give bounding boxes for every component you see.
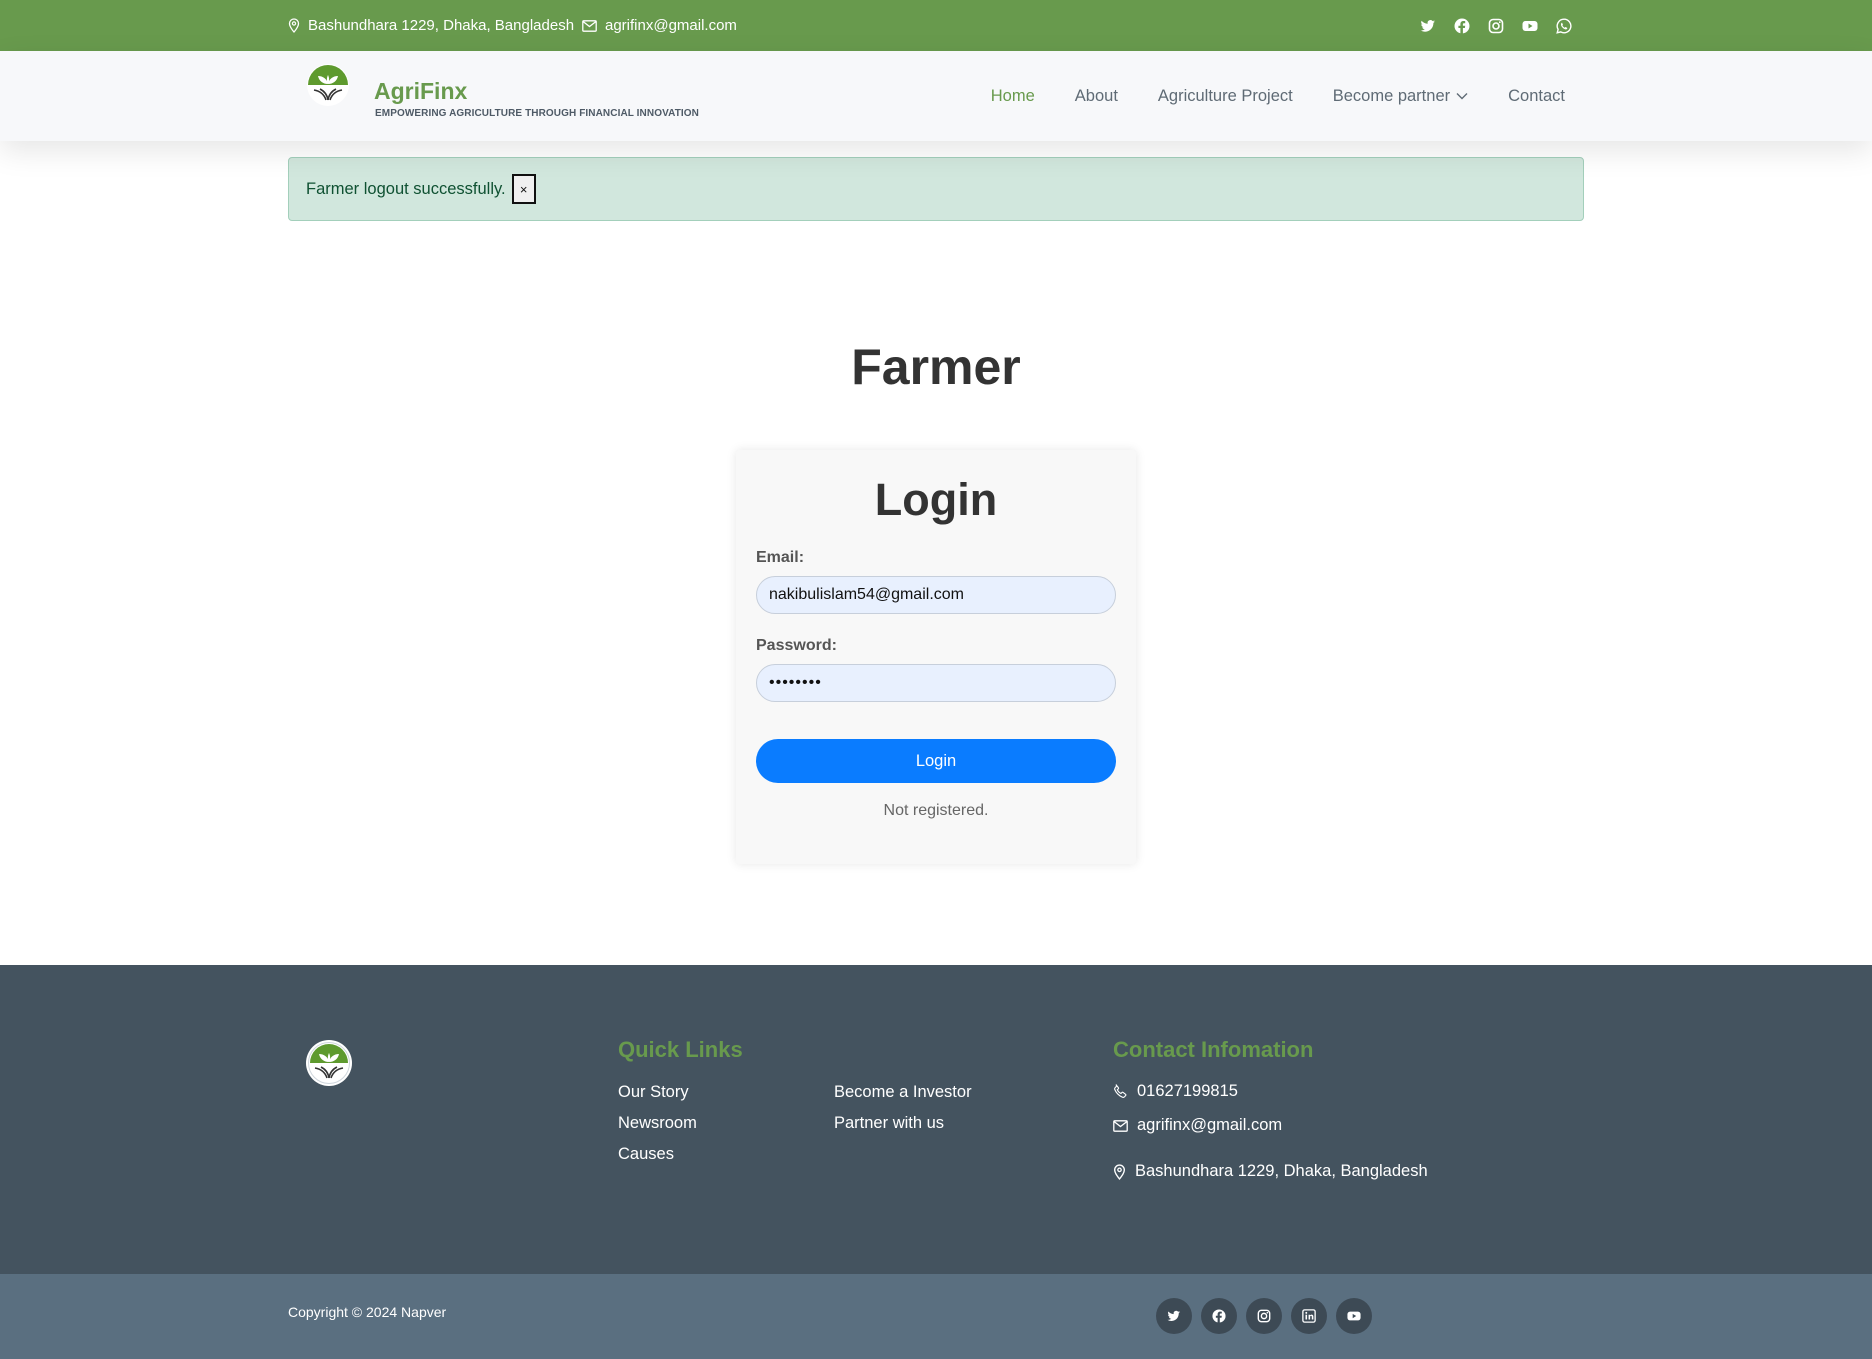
quick-links-title: Quick Links [618, 1037, 743, 1062]
youtube-icon[interactable] [1522, 18, 1538, 34]
page-title: Farmer [851, 339, 1021, 395]
footer-link-newsroom[interactable]: Newsroom [618, 1114, 697, 1133]
login-card: Login Email: Password: Login Not registe… [736, 450, 1136, 864]
nav-about[interactable]: About [1075, 87, 1118, 106]
agrifinx-logo[interactable] [306, 63, 350, 107]
not-registered-link[interactable]: Not registered. [736, 802, 1136, 820]
login-title: Login [874, 474, 998, 525]
footer-link-become-investor[interactable]: Become a Investor [834, 1083, 972, 1102]
footer-link-causes[interactable]: Causes [618, 1145, 674, 1164]
alert-close-button[interactable]: × [511, 174, 536, 204]
phone-icon [1114, 1084, 1127, 1098]
location-pin-icon [288, 18, 300, 33]
footer-logo[interactable] [305, 1039, 353, 1087]
footer-bottom-bar: Copyright © 2024 Napver [0, 1274, 1872, 1359]
chevron-down-icon [1456, 93, 1468, 100]
topbar-email[interactable]: agrifinx@gmail.com [582, 0, 737, 51]
alert-message: Farmer logout successfully. [306, 179, 506, 198]
footer-address: Bashundhara 1229, Dhaka, Bangladesh [1113, 1162, 1428, 1181]
facebook-icon[interactable] [1454, 18, 1470, 34]
instagram-icon[interactable] [1246, 1298, 1282, 1334]
password-label: Password: [756, 637, 837, 654]
contact-info-title: Contact Infomation [1113, 1037, 1314, 1062]
linkedin-icon[interactable] [1291, 1298, 1327, 1334]
nav-contact[interactable]: Contact [1508, 87, 1565, 106]
footer-social-links [1156, 1298, 1372, 1334]
nav-home[interactable]: Home [991, 87, 1035, 106]
top-info-bar: Bashundhara 1229, Dhaka, Bangladesh agri… [0, 0, 1872, 51]
login-button[interactable]: Login [756, 739, 1116, 783]
email-label: Email: [756, 549, 805, 566]
main-nav: Home About Agriculture Project Become pa… [991, 51, 1565, 141]
copyright-text: Copyright © 2024 Napver [288, 1304, 447, 1320]
footer-address-text: Bashundhara 1229, Dhaka, Bangladesh [1135, 1162, 1428, 1180]
footer-email[interactable]: agrifinx@gmail.com [1113, 1116, 1282, 1135]
youtube-icon[interactable] [1336, 1298, 1372, 1334]
instagram-icon[interactable] [1488, 18, 1504, 34]
logout-success-alert: Farmer logout successfully. × [288, 157, 1584, 221]
footer-phone[interactable]: 01627199815 [1113, 1082, 1238, 1101]
twitter-icon[interactable] [1156, 1298, 1192, 1334]
facebook-icon[interactable] [1201, 1298, 1237, 1334]
footer-link-our-story[interactable]: Our Story [618, 1083, 689, 1102]
site-footer: Quick Links Our Story Newsroom Causes Be… [0, 965, 1872, 1274]
footer-phone-text: 01627199815 [1137, 1082, 1238, 1100]
brand-name[interactable]: AgriFinx [374, 78, 467, 105]
plant-logo-icon [307, 64, 349, 106]
brand-tagline: EMPOWERING AGRICULTURE THROUGH FINANCIAL… [375, 108, 699, 119]
email-field[interactable] [756, 576, 1116, 614]
password-field[interactable] [756, 664, 1116, 702]
topbar-address: Bashundhara 1229, Dhaka, Bangladesh [288, 0, 574, 51]
footer-email-text: agrifinx@gmail.com [1137, 1116, 1283, 1134]
topbar-email-text[interactable]: agrifinx@gmail.com [605, 17, 737, 34]
envelope-icon [582, 19, 597, 32]
nav-become-partner[interactable]: Become partner [1333, 87, 1468, 106]
twitter-icon[interactable] [1420, 18, 1436, 34]
site-header: AgriFinx EMPOWERING AGRICULTURE THROUGH … [0, 51, 1872, 141]
footer-link-partner-with-us[interactable]: Partner with us [834, 1114, 944, 1133]
envelope-icon [1113, 1119, 1128, 1132]
nav-agriculture-project[interactable]: Agriculture Project [1158, 87, 1293, 106]
topbar-social-links [1420, 0, 1572, 51]
topbar-address-text: Bashundhara 1229, Dhaka, Bangladesh [308, 17, 575, 34]
plant-logo-icon [306, 1040, 352, 1086]
location-pin-icon [1114, 1163, 1125, 1180]
nav-become-partner-label: Become partner [1332, 86, 1451, 105]
whatsapp-icon[interactable] [1556, 17, 1572, 34]
